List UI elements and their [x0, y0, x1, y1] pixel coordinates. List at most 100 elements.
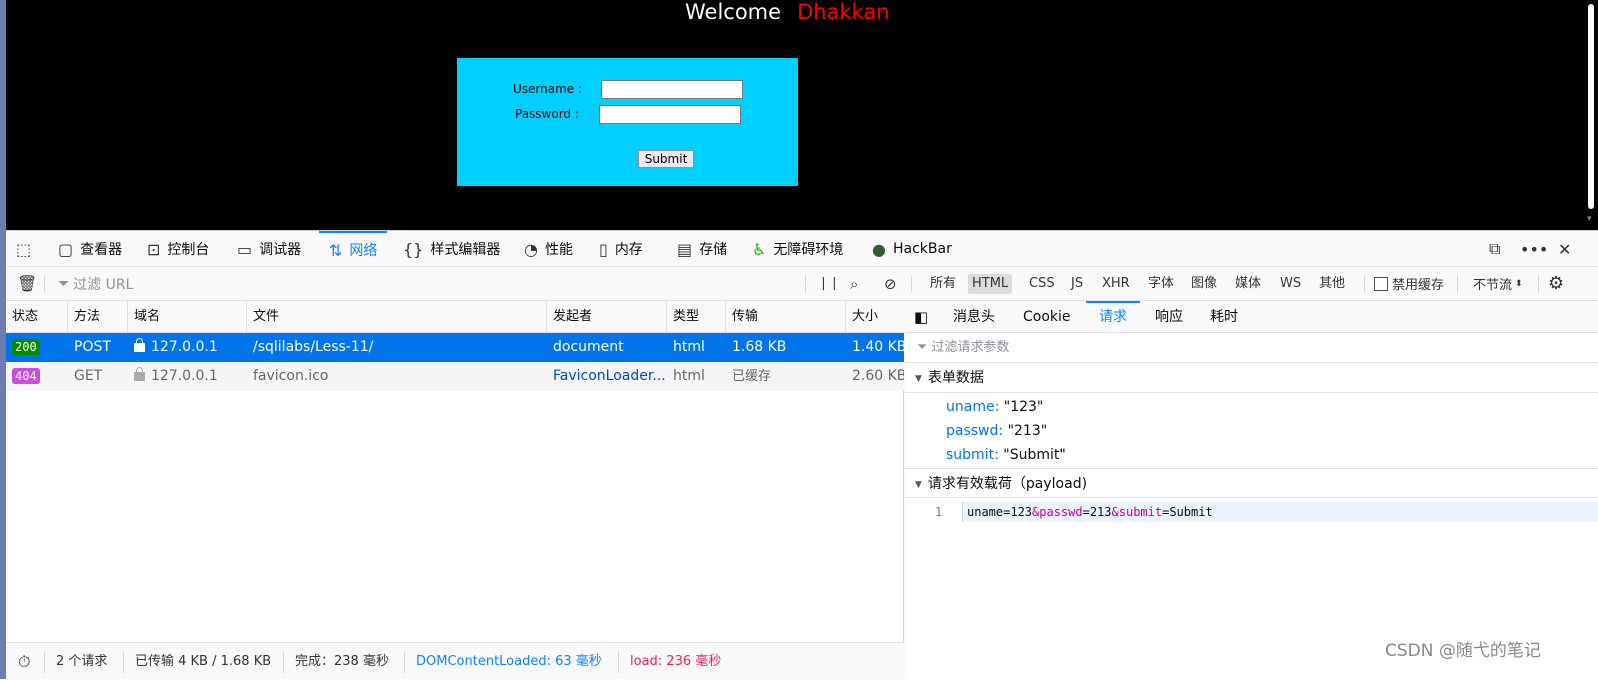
login-form: Username : Password : Submit	[457, 58, 798, 186]
table-row[interactable]: 404 GET 127.0.0.1 favicon.ico FaviconLoa…	[6, 362, 904, 391]
filter-other[interactable]: 其他	[1315, 274, 1349, 294]
col-file[interactable]: 文件	[247, 301, 547, 333]
initiator-cell[interactable]: FaviconLoader...	[547, 362, 667, 391]
trash-icon: 🗑	[17, 274, 38, 293]
initiator-cell[interactable]: document	[547, 333, 667, 362]
search-button[interactable]: ⌕	[850, 267, 858, 300]
username-input[interactable]	[601, 80, 743, 99]
size-cell: 2.60 KB	[852, 368, 904, 384]
scrollbar-thumb[interactable]	[1588, 4, 1594, 209]
network-settings-button[interactable]: ⚙	[1548, 267, 1564, 300]
tab-network[interactable]: ⇅ 网络	[319, 231, 388, 267]
status-badge: 404	[12, 368, 40, 384]
dock-toggle-button[interactable]: ⧉	[1489, 231, 1500, 267]
toggle-sidebar-button[interactable]: ◧	[914, 301, 928, 333]
devtools-panel: ⬚ ▢ 查看器 ⊡ 控制台 ▭ 调试器 ⇅ 网络 {} 样式编辑器 ◔ 性能 ▯ 内存	[6, 230, 1598, 679]
section-title: 表单数据	[927, 370, 984, 386]
form-field-submit: submit: "Submit"	[946, 443, 1066, 467]
filter-ws[interactable]: WS	[1276, 274, 1305, 294]
filter-xhr[interactable]: XHR	[1098, 274, 1134, 294]
col-transfer[interactable]: 传输	[726, 301, 846, 333]
tab-request[interactable]: 请求	[1086, 301, 1140, 333]
element-picker-button[interactable]: ⬚	[16, 231, 38, 267]
accessibility-icon: ♿	[752, 239, 767, 259]
clear-requests-button[interactable]: 🗑	[17, 267, 37, 300]
tab-inspector[interactable]: ▢ 查看器	[58, 231, 122, 267]
payload-section-header[interactable]: ▼ 请求有效载荷（payload)	[905, 468, 1598, 498]
username-label: Username :	[513, 82, 583, 96]
block-button[interactable]: ⊘	[884, 267, 897, 300]
memory-icon: ▯	[599, 239, 608, 259]
screen: Welcome Dhakkan Username : Password : Sub…	[0, 0, 1598, 679]
welcome-name: Dhakkan	[797, 0, 890, 24]
tab-console[interactable]: ⊡ 控制台	[147, 231, 209, 267]
scroll-down-arrow-icon[interactable]: ▾	[1587, 214, 1592, 224]
status-cell: 200	[6, 333, 68, 362]
param-key: submit:	[946, 447, 999, 463]
welcome-text: Welcome	[685, 0, 782, 24]
hackbar-icon: ●	[872, 239, 886, 259]
section-title: 请求有效载荷（payload)	[927, 476, 1088, 492]
tab-cookies[interactable]: Cookie	[1023, 301, 1071, 333]
filter-html[interactable]: HTML	[968, 274, 1013, 294]
tab-memory[interactable]: ▯ 内存	[599, 231, 643, 267]
divider	[911, 275, 912, 293]
pause-button[interactable]: ❘❘	[818, 267, 840, 300]
network-toolbar: 🗑 ⏷ 过滤 URL ❘❘ ⌕ ⊘ 所有 HTML CSS JS XHR 字体 图…	[6, 267, 1598, 301]
web-page: Welcome Dhakkan Username : Password : Sub…	[0, 0, 1598, 232]
tab-hackbar[interactable]: ● HackBar	[872, 231, 952, 267]
submit-button[interactable]: Submit	[638, 150, 694, 168]
collapse-triangle-icon: ▼	[915, 480, 922, 490]
size-cell: 1.40 KB	[852, 339, 904, 355]
col-domain[interactable]: 域名	[128, 301, 247, 333]
more-options-button[interactable]: •••	[1520, 231, 1548, 267]
page-scrollbar[interactable]: ▾	[1584, 0, 1598, 232]
filter-placeholder: 过滤 URL	[73, 276, 134, 293]
console-icon: ⊡	[147, 239, 161, 259]
disable-cache-checkbox[interactable]: 禁用缓存	[1374, 267, 1444, 300]
filter-params-input[interactable]: ⏷ 过滤请求参数	[905, 333, 1598, 363]
col-size[interactable]: 大小	[846, 301, 904, 333]
form-field-passwd: passwd: "213"	[946, 419, 1047, 443]
payload-code-line[interactable]: uname=123&passwd=213&submit=Submit	[962, 502, 1598, 522]
filter-css[interactable]: CSS	[1025, 274, 1059, 294]
tab-storage[interactable]: ▤ 存储	[677, 231, 727, 267]
form-data-section-header[interactable]: ▼ 表单数据	[905, 363, 1598, 393]
filter-all[interactable]: 所有	[926, 274, 960, 294]
col-status[interactable]: 状态	[6, 301, 68, 333]
tab-accessibility[interactable]: ♿ 无障碍环境	[752, 231, 843, 267]
tab-label: HackBar	[892, 241, 952, 257]
filter-js[interactable]: JS	[1067, 274, 1087, 294]
tab-performance[interactable]: ◔ 性能	[524, 231, 573, 267]
col-method[interactable]: 方法	[68, 301, 128, 333]
filter-url-input[interactable]: ⏷ 过滤 URL	[58, 267, 133, 300]
filter-media[interactable]: 媒体	[1231, 274, 1265, 294]
param-value: "Submit"	[1003, 447, 1066, 463]
divider	[44, 275, 45, 293]
close-devtools-button[interactable]: ✕	[1558, 231, 1571, 267]
checkbox-box[interactable]	[1374, 276, 1388, 291]
col-type[interactable]: 类型	[667, 301, 726, 333]
status-cell: 404	[6, 362, 68, 391]
details-tabbar: ◧ 消息头 Cookie 请求 响应 耗时	[905, 301, 1598, 333]
password-input[interactable]	[599, 105, 741, 124]
tab-debugger[interactable]: ▭ 调试器	[237, 231, 301, 267]
transfer-cell: 1.68 KB	[732, 339, 787, 355]
tab-label: 内存	[614, 242, 643, 258]
filter-images[interactable]: 图像	[1187, 274, 1221, 294]
tab-headers[interactable]: 消息头	[953, 301, 995, 333]
collapse-triangle-icon: ▼	[915, 374, 922, 384]
gear-icon: ⚙	[1548, 273, 1565, 294]
divider	[404, 651, 405, 673]
dock-icon: ⧉	[1489, 239, 1501, 258]
col-initiator[interactable]: 发起者	[547, 301, 667, 333]
tab-response[interactable]: 响应	[1155, 301, 1183, 333]
tab-label: 存储	[699, 242, 728, 258]
throttle-select[interactable]: 不节流 ⬍	[1473, 267, 1523, 300]
tab-style-editor[interactable]: {} 样式编辑器	[403, 231, 500, 267]
tab-timings[interactable]: 耗时	[1210, 301, 1238, 333]
table-row[interactable]: 200 POST 127.0.0.1 /sqlilabs/Less-11/ do…	[6, 333, 904, 362]
request-table-header: 状态 方法 域名 文件 发起者 类型 传输 大小	[6, 301, 904, 333]
filter-fonts[interactable]: 字体	[1144, 274, 1178, 294]
disable-cache-label: 禁用缓存	[1392, 278, 1445, 293]
